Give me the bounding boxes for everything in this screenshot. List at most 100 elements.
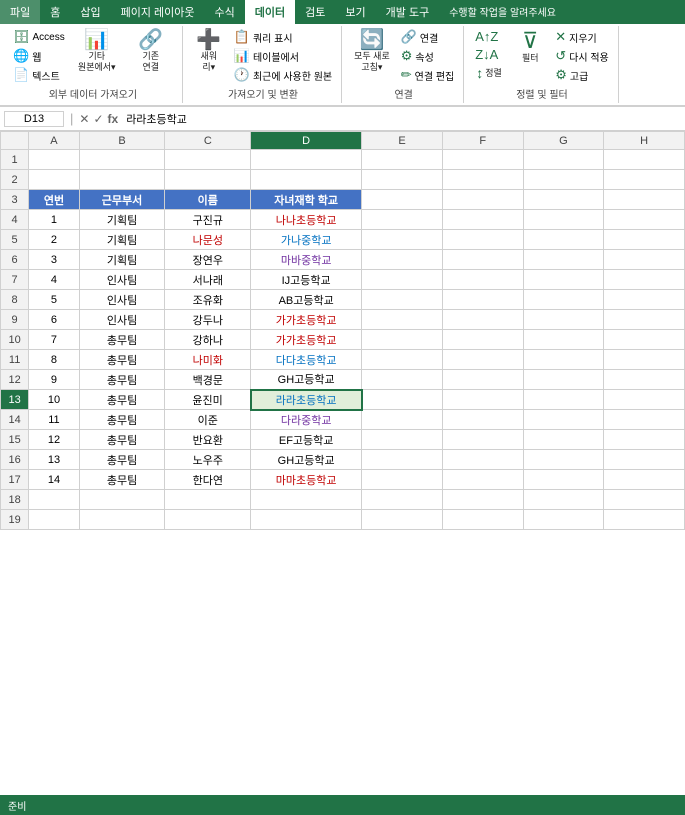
cell-b11[interactable]: 총무팀 (79, 350, 165, 370)
cell-a15[interactable]: 12 (29, 430, 79, 450)
insert-function-icon[interactable]: fx (108, 112, 119, 126)
cell-d14[interactable]: 다라중학교 (251, 410, 362, 430)
cell-d9[interactable]: 가가초등학교 (251, 310, 362, 330)
cell-d16[interactable]: GH고등학교 (251, 450, 362, 470)
cell-b15[interactable]: 총무팀 (79, 430, 165, 450)
cell-b14[interactable]: 총무팀 (79, 410, 165, 430)
cell-a2[interactable] (29, 170, 79, 190)
tab-insert[interactable]: 삽입 (70, 0, 110, 24)
cell-e4[interactable] (362, 210, 443, 230)
cell-a3[interactable]: 연번 (29, 190, 79, 210)
col-header-h[interactable]: H (604, 132, 685, 150)
cell-b12[interactable]: 총무팀 (79, 370, 165, 390)
cell-e2[interactable] (362, 170, 443, 190)
cell-a9[interactable]: 6 (29, 310, 79, 330)
cell-c15[interactable]: 반요환 (165, 430, 251, 450)
show-queries-button[interactable]: 📋 쿼리 표시 (231, 28, 335, 46)
cell-h1[interactable] (604, 150, 685, 170)
cell-b2[interactable] (79, 170, 165, 190)
sort-za-button[interactable]: Z↓A (472, 46, 508, 63)
clear-button[interactable]: ✕ 지우기 (552, 28, 612, 46)
tab-view[interactable]: 보기 (335, 0, 375, 24)
text-button[interactable]: 📄 텍스트 (10, 66, 68, 84)
tab-data[interactable]: 데이터 (245, 0, 295, 24)
cell-d10[interactable]: 가가초등학교 (251, 330, 362, 350)
cell-b7[interactable]: 인사팀 (79, 270, 165, 290)
cell-a1[interactable] (29, 150, 79, 170)
cell-a4[interactable]: 1 (29, 210, 79, 230)
cell-c13[interactable]: 윤진미 (165, 390, 251, 410)
tab-review[interactable]: 검토 (295, 0, 335, 24)
col-header-f[interactable]: F (442, 132, 523, 150)
cell-c16[interactable]: 노우주 (165, 450, 251, 470)
col-header-a[interactable]: A (29, 132, 79, 150)
tab-developer[interactable]: 개발 도구 (376, 0, 440, 24)
tab-page-layout[interactable]: 페이지 레이아웃 (111, 0, 205, 24)
cell-c17[interactable]: 한다연 (165, 470, 251, 490)
connections-button[interactable]: 🔗 연결 (398, 28, 458, 46)
cell-a5[interactable]: 2 (29, 230, 79, 250)
cell-a10[interactable]: 7 (29, 330, 79, 350)
cell-b16[interactable]: 총무팀 (79, 450, 165, 470)
cell-d8[interactable]: AB고등학교 (251, 290, 362, 310)
cell-c8[interactable]: 조유화 (165, 290, 251, 310)
cell-c3[interactable]: 이름 (165, 190, 251, 210)
edit-links-button[interactable]: ✏ 연결 편집 (398, 66, 458, 84)
formula-input[interactable] (122, 112, 681, 126)
cell-b13[interactable]: 총무팀 (79, 390, 165, 410)
cell-b8[interactable]: 인사팀 (79, 290, 165, 310)
properties-button[interactable]: ⚙ 속성 (398, 47, 458, 65)
cell-c2[interactable] (165, 170, 251, 190)
cell-d4[interactable]: 나나초등학교 (251, 210, 362, 230)
cancel-formula-icon[interactable]: ✕ (79, 112, 89, 126)
cell-d5[interactable]: 가나중학교 (251, 230, 362, 250)
col-header-e[interactable]: E (362, 132, 443, 150)
tab-home[interactable]: 홈 (40, 0, 70, 24)
cell-a17[interactable]: 14 (29, 470, 79, 490)
cell-a11[interactable]: 8 (29, 350, 79, 370)
cell-a12[interactable]: 9 (29, 370, 79, 390)
cell-c9[interactable]: 강두나 (165, 310, 251, 330)
tab-help[interactable]: 수행할 작업을 알려주세요 (439, 0, 566, 24)
web-button[interactable]: 🌐 웹 (10, 47, 68, 65)
cell-g3[interactable] (523, 190, 604, 210)
cell-b4[interactable]: 기획팀 (79, 210, 165, 230)
cell-d13[interactable]: 라라초등학교 (251, 390, 362, 410)
cell-c12[interactable]: 백경문 (165, 370, 251, 390)
cell-a7[interactable]: 4 (29, 270, 79, 290)
cell-b17[interactable]: 총무팀 (79, 470, 165, 490)
cell-a13[interactable]: 10 (29, 390, 79, 410)
cell-d7[interactable]: IJ고등학교 (251, 270, 362, 290)
cell-f1[interactable] (442, 150, 523, 170)
cell-e3[interactable] (362, 190, 443, 210)
cell-c7[interactable]: 서나래 (165, 270, 251, 290)
cell-d6[interactable]: 마바중학교 (251, 250, 362, 270)
cell-h3[interactable] (604, 190, 685, 210)
new-query-button[interactable]: ➕ 새워리▾ (191, 28, 227, 75)
tab-formula[interactable]: 수식 (205, 0, 245, 24)
cell-a8[interactable]: 5 (29, 290, 79, 310)
cell-b10[interactable]: 총무팀 (79, 330, 165, 350)
reapply-button[interactable]: ↺ 다시 적용 (552, 47, 612, 65)
cell-g1[interactable] (523, 150, 604, 170)
cell-a6[interactable]: 3 (29, 250, 79, 270)
cell-c5[interactable]: 나문성 (165, 230, 251, 250)
cell-c11[interactable]: 나미화 (165, 350, 251, 370)
cell-c1[interactable] (165, 150, 251, 170)
cell-d2[interactable] (251, 170, 362, 190)
sort-button[interactable]: ↕ 정렬 (472, 64, 508, 82)
col-header-b[interactable]: B (79, 132, 165, 150)
recent-source-button[interactable]: 🕐 최근에 사용한 원본 (231, 66, 335, 84)
cell-b9[interactable]: 인사팀 (79, 310, 165, 330)
cell-a16[interactable]: 13 (29, 450, 79, 470)
cell-f3[interactable] (442, 190, 523, 210)
cell-d15[interactable]: EF고등학교 (251, 430, 362, 450)
cell-f2[interactable] (442, 170, 523, 190)
tab-file[interactable]: 파일 (0, 0, 40, 24)
cell-d17[interactable]: 마마초등학교 (251, 470, 362, 490)
advanced-button[interactable]: ⚙ 고급 (552, 66, 612, 84)
access-button[interactable]: 🗄 Access (10, 28, 68, 46)
col-header-d[interactable]: D (251, 132, 362, 150)
refresh-all-button[interactable]: 🔄 모두 새로고침▾ (350, 28, 394, 75)
cell-reference-input[interactable] (4, 111, 64, 127)
